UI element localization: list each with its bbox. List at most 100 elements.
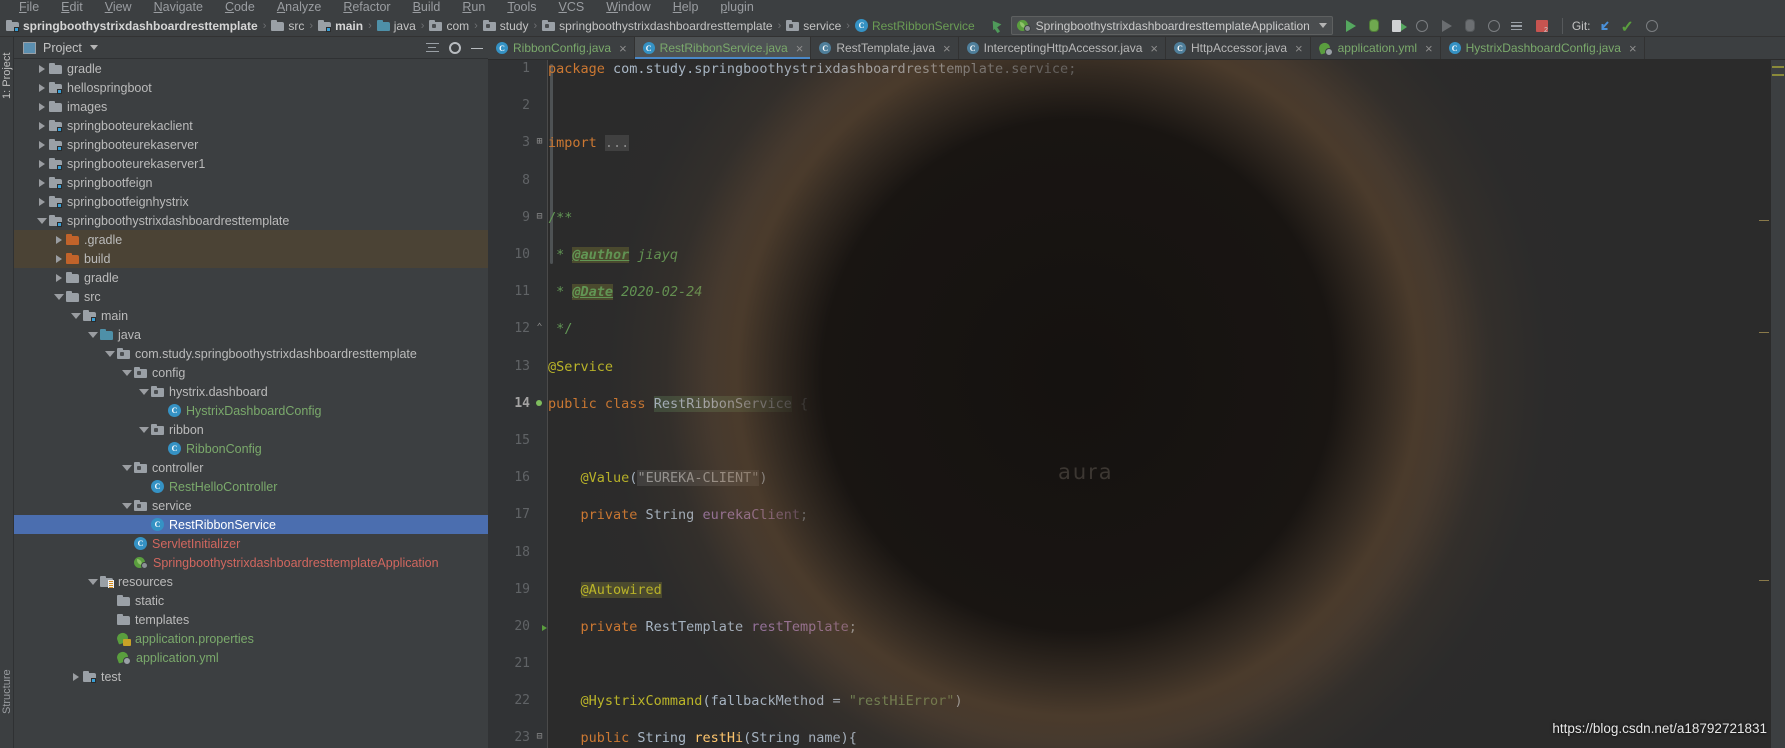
tree-item-static[interactable]: static bbox=[14, 591, 488, 610]
tree-item-restribbonservice[interactable]: C RestRibbonService bbox=[14, 515, 488, 534]
editor-tab-bar[interactable]: C RibbonConfig.java × C RestRibbonService.ja… bbox=[488, 37, 1785, 60]
code-line[interactable]: 8 bbox=[488, 172, 1785, 191]
tree-twisty-right-icon[interactable] bbox=[35, 173, 49, 192]
tree-twisty-down-icon[interactable] bbox=[137, 382, 151, 401]
debug-button[interactable] bbox=[1363, 16, 1385, 36]
tree-item-resthellocontroller[interactable]: C RestHelloController bbox=[14, 477, 488, 496]
menu-item-build[interactable]: Build bbox=[402, 0, 452, 15]
tree-twisty-down-icon[interactable] bbox=[86, 325, 100, 344]
tree-twisty-right-icon[interactable] bbox=[52, 230, 66, 249]
code-line[interactable]: 16 @Value("EUREKA-CLIENT") bbox=[488, 469, 1785, 488]
tree-twisty-right-icon[interactable] bbox=[69, 667, 83, 686]
tree-item-java[interactable]: java bbox=[14, 325, 488, 344]
close-icon[interactable]: × bbox=[943, 41, 951, 56]
tree-twisty-right-icon[interactable] bbox=[35, 192, 49, 211]
breadcrumb-item-study[interactable]: study bbox=[482, 19, 528, 33]
tree-item-images[interactable]: images bbox=[14, 97, 488, 116]
run-configuration-selector[interactable]: SpringboothystrixdashboardresttemplateAp… bbox=[1010, 16, 1333, 35]
tree-twisty-right-icon[interactable] bbox=[35, 78, 49, 97]
code-editor[interactable]: 1 package com.study.springboothystrixdash… bbox=[488, 60, 1785, 748]
code-line[interactable]: 18 bbox=[488, 544, 1785, 563]
run-grey-button[interactable] bbox=[1435, 16, 1457, 36]
tree-twisty-down-icon[interactable] bbox=[52, 287, 66, 306]
menu-item-refactor[interactable]: Refactor bbox=[332, 0, 401, 15]
code-line[interactable]: 2 bbox=[488, 97, 1785, 116]
tree-item-resources[interactable]: resources bbox=[14, 572, 488, 591]
menu-item-run[interactable]: Run bbox=[451, 0, 496, 15]
tree-twisty-right-icon[interactable] bbox=[35, 59, 49, 78]
jump-to-source-icon[interactable] bbox=[985, 17, 1005, 35]
breadcrumb-item-main[interactable]: main bbox=[318, 19, 363, 33]
menu-item-code[interactable]: Code bbox=[214, 0, 266, 15]
tree-item--gradle[interactable]: .gradle bbox=[14, 230, 488, 249]
spring-bean-icon[interactable] bbox=[533, 397, 546, 410]
breadcrumb-item-src[interactable]: src bbox=[271, 19, 304, 33]
menu-item-plugin[interactable]: plugin bbox=[709, 0, 764, 15]
code-fold-expand-icon[interactable]: ⊞ bbox=[534, 137, 545, 148]
editor-tab-hystrixdashboardconfig-java[interactable]: C HystrixDashboardConfig.java × bbox=[1441, 37, 1645, 59]
git-update-icon[interactable] bbox=[1593, 16, 1615, 36]
editor-tab-interceptinghttpaccessor-java[interactable]: C InterceptingHttpAccessor.java × bbox=[959, 37, 1166, 59]
code-line[interactable]: 20 private RestTemplate restTemplate; bbox=[488, 618, 1785, 637]
breadcrumb-item-springboothystrixdashboardresttemplate[interactable]: springboothystrixdashboardresttemplate bbox=[542, 19, 773, 33]
coverage-grey-button[interactable] bbox=[1483, 16, 1505, 36]
tree-twisty-down-icon[interactable] bbox=[35, 211, 49, 230]
code-content[interactable]: 1 package com.study.springboothystrixdash… bbox=[488, 60, 1785, 748]
code-line[interactable]: 22 @HystrixCommand(fallbackMethod = "res… bbox=[488, 692, 1785, 711]
tree-twisty-right-icon[interactable] bbox=[35, 135, 49, 154]
tree-twisty-right-icon[interactable] bbox=[35, 116, 49, 135]
tree-item-config[interactable]: config bbox=[14, 363, 488, 382]
menu-item-navigate[interactable]: Navigate bbox=[143, 0, 214, 15]
tree-item-gradle[interactable]: gradle bbox=[14, 59, 488, 78]
tree-item-springbootfeign[interactable]: springbootfeign bbox=[14, 173, 488, 192]
code-fold-collapse-icon[interactable]: ⌃ bbox=[534, 323, 545, 334]
close-icon[interactable]: × bbox=[796, 41, 804, 56]
close-icon[interactable]: × bbox=[1425, 41, 1433, 56]
tree-item-service[interactable]: service bbox=[14, 496, 488, 515]
tree-twisty-down-icon[interactable] bbox=[120, 363, 134, 382]
tree-twisty-down-icon[interactable] bbox=[120, 496, 134, 515]
tree-item-application-yml[interactable]: application.yml bbox=[14, 648, 488, 667]
close-icon[interactable]: × bbox=[1629, 41, 1637, 56]
tree-item-ribbonconfig[interactable]: C RibbonConfig bbox=[14, 439, 488, 458]
menu-item-view[interactable]: View bbox=[94, 0, 143, 15]
run-button[interactable] bbox=[1339, 16, 1361, 36]
tree-item-test[interactable]: test bbox=[14, 667, 488, 686]
breadcrumb-item-com[interactable]: com bbox=[429, 19, 469, 33]
run-with-coverage-button[interactable] bbox=[1387, 16, 1409, 36]
tree-twisty-down-icon[interactable] bbox=[120, 458, 134, 477]
tree-twisty-right-icon[interactable] bbox=[52, 249, 66, 268]
menu-item-tools[interactable]: Tools bbox=[496, 0, 547, 15]
tree-item-src[interactable]: src bbox=[14, 287, 488, 306]
git-history-icon[interactable] bbox=[1641, 16, 1663, 36]
menu-bar[interactable]: File Edit View Navigate Code Analyze Refactor B… bbox=[0, 0, 1785, 15]
menu-item-window[interactable]: Window bbox=[595, 0, 661, 15]
code-line[interactable]: 12 ⌃ */ bbox=[488, 320, 1785, 339]
code-line[interactable]: 15 bbox=[488, 432, 1785, 451]
tree-item-main[interactable]: main bbox=[14, 306, 488, 325]
tree-twisty-down-icon[interactable] bbox=[103, 344, 117, 363]
tree-twisty-right-icon[interactable] bbox=[35, 97, 49, 116]
collapse-all-button[interactable] bbox=[422, 38, 444, 58]
tree-item-gradle[interactable]: gradle bbox=[14, 268, 488, 287]
settings-button[interactable] bbox=[444, 38, 466, 58]
code-line[interactable]: 3 ⊞ import ... bbox=[488, 134, 1785, 153]
menu-item-edit[interactable]: Edit bbox=[50, 0, 94, 15]
code-line[interactable]: 17 private String eurekaClient; bbox=[488, 506, 1785, 525]
tree-item-hystrix-dashboard[interactable]: hystrix.dashboard bbox=[14, 382, 488, 401]
tree-twisty-down-icon[interactable] bbox=[86, 572, 100, 591]
editor-marker-stripe[interactable] bbox=[1771, 60, 1785, 748]
tree-item-hellospringboot[interactable]: hellospringboot bbox=[14, 78, 488, 97]
tree-twisty-right-icon[interactable] bbox=[52, 268, 66, 287]
code-fold-collapse-icon[interactable]: ⊟ bbox=[534, 732, 545, 743]
menu-item-vcs[interactable]: VCS bbox=[548, 0, 596, 15]
tree-item-springbooteurekaclient[interactable]: springbooteurekaclient bbox=[14, 116, 488, 135]
menu-item-file[interactable]: File bbox=[8, 0, 50, 15]
git-commit-icon[interactable]: ✓ bbox=[1617, 16, 1639, 36]
stop-button[interactable]: 2 bbox=[1531, 16, 1553, 36]
close-icon[interactable]: × bbox=[1150, 41, 1158, 56]
profile-button[interactable] bbox=[1411, 16, 1433, 36]
tree-item-springboothystrixdashboardresttemplateapplication[interactable]: SpringboothystrixdashboardresttemplateAp… bbox=[14, 553, 488, 572]
tree-item-springbooteurekaserver[interactable]: springbooteurekaserver bbox=[14, 135, 488, 154]
tree-item-springboothystrixdashboardresttemplate[interactable]: springboothystrixdashboardresttemplate bbox=[14, 211, 488, 230]
